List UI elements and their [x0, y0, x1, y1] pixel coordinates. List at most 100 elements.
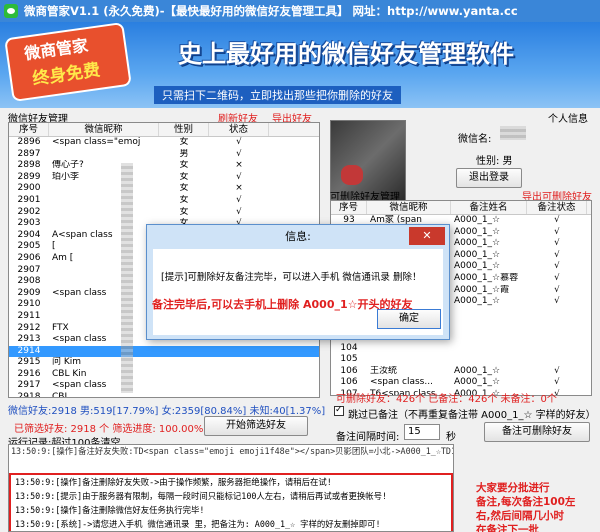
cell-no: 2914	[17, 345, 41, 356]
cell-no: 2910	[17, 299, 41, 310]
deletable-table-header: 序号 微信昵称 备注姓名 备注状态	[331, 201, 591, 215]
cell-sex: 女	[179, 171, 189, 182]
cell-remark: A000_1_☆霞	[454, 284, 510, 295]
log-line: 13:50:9:[操作]备注删除好友失败->由于操作频繁，服务器拒绝操作，请稍后…	[15, 477, 332, 487]
batch-note-line3: 右,然后间隔几小时	[476, 510, 564, 522]
cell-no: 2907	[17, 264, 41, 275]
cell-status	[209, 357, 269, 369]
friends-table-header: 序号 微信昵称 性别 状态	[9, 123, 319, 137]
cell-remark: A000_1_☆	[454, 261, 501, 272]
cell-remark	[451, 308, 527, 320]
dialog-close-button[interactable]: ✕	[409, 227, 445, 245]
cell-status	[527, 319, 587, 331]
skip-remarked-label: 跳过已备注（不再重复备注带 A000_1_☆ 字样的好友）	[348, 410, 596, 421]
cell-status: √	[554, 365, 560, 376]
cell-sex: 女	[179, 206, 189, 217]
interval-input[interactable]: 15	[404, 424, 440, 440]
col-nick[interactable]: 微信昵称	[367, 201, 451, 214]
cell-nick	[49, 346, 159, 358]
deletable-row[interactable]: 105	[331, 354, 591, 366]
cell-nick	[49, 183, 159, 195]
interval-unit: 秒	[446, 432, 456, 443]
friend-row[interactable]: 2899 珀小李 女 √	[9, 172, 319, 184]
cell-status	[209, 346, 269, 358]
cell-sex	[159, 392, 209, 397]
log-line: 13:50:9:[操作]备注好友失败:TD<span class="emoji …	[11, 446, 453, 456]
start-filter-button[interactable]: 开始筛选好友	[204, 416, 308, 436]
friend-row[interactable]: 2918 CBL	[9, 392, 319, 398]
cell-nick	[367, 354, 451, 366]
promo-banner: 微商管家 终身免费 史上最好用的微信好友管理软件 只需扫下二维码，立即找出那些把…	[0, 22, 600, 108]
cell-nick: 问 Kim	[52, 357, 82, 368]
cell-nick: CBL	[52, 392, 70, 398]
col-no[interactable]: 序号	[331, 201, 367, 214]
cell-remark: A000_1_☆	[454, 377, 501, 388]
friend-row[interactable]: 2914	[9, 345, 319, 358]
interval-label: 备注间隔时间:	[336, 432, 400, 443]
cell-status: √	[554, 226, 560, 237]
col-no[interactable]: 序号	[9, 123, 49, 136]
cell-status: √	[236, 171, 242, 182]
cell-sex: 女	[179, 194, 189, 205]
cell-sex: 女	[179, 160, 189, 171]
cell-remark: A000_1_☆慕蓉	[454, 272, 519, 283]
log-highlight-box: 13:50:9:[操作]备注删除好友失败->由于操作频繁，服务器拒绝操作，请稍后…	[9, 473, 453, 531]
col-nick[interactable]: 微信昵称	[49, 123, 159, 136]
dialog-annotation: 备注完毕后,可以去手机上删除 A000_1☆开头的好友	[152, 298, 413, 311]
cell-no: 106	[340, 377, 358, 388]
dialog-ok-button[interactable]: 确定	[377, 309, 441, 329]
friend-row[interactable]: 2898 傅心子? 女 ×	[9, 160, 319, 172]
skip-remarked-checkbox[interactable]	[334, 405, 344, 416]
cell-remark: A000_1_☆	[454, 296, 501, 307]
batch-note-line1: 大家要分批进行	[476, 482, 550, 494]
deletable-row[interactable]: 106 王汝统 A000_1_☆ √	[331, 366, 591, 378]
deletable-row[interactable]: 106 <span class... A000_1_☆ √	[331, 377, 591, 389]
cell-sex	[159, 369, 209, 381]
friend-row[interactable]: 2916 CBL Kin	[9, 369, 319, 381]
cell-remark	[451, 354, 527, 366]
friend-row[interactable]: 2900 女 ×	[9, 183, 319, 195]
cell-status: √	[236, 137, 242, 147]
friend-row[interactable]: 2915 问 Kim	[9, 357, 319, 369]
col-status[interactable]: 状态	[209, 123, 269, 136]
info-dialog: 信息: ✕ [提示]可删除好友备注完毕，可以进入手机 微信通讯录 删除！ 确定	[146, 224, 450, 340]
cell-remark	[451, 319, 527, 331]
friend-row[interactable]: 2897 男 √	[9, 149, 319, 161]
deletable-row[interactable]: 104	[331, 343, 591, 355]
cell-no: 2909	[17, 287, 41, 298]
batch-note-line4: 在备注下一批	[476, 524, 539, 532]
friend-row[interactable]: 2896 <span class="emoj 女 √	[9, 137, 319, 149]
cell-remark	[451, 331, 527, 343]
banner-subline: 只需扫下二维码，立即找出那些把你删除的好友	[154, 86, 401, 104]
remark-deletable-button[interactable]: 备注可删除好友	[484, 422, 590, 442]
logout-button[interactable]: 退出登录	[456, 168, 522, 188]
cell-nick: <span class	[52, 334, 107, 345]
cell-sex: 男	[179, 148, 189, 159]
cell-nick: CBL Kin	[52, 368, 87, 379]
cell-no: 105	[340, 354, 358, 365]
cell-nick	[49, 207, 159, 219]
cell-nick	[49, 218, 159, 230]
col-remark-status[interactable]: 备注状态	[527, 201, 587, 214]
cell-no: 2913	[17, 334, 41, 345]
col-remark[interactable]: 备注姓名	[451, 201, 527, 214]
cell-remark: A000_1_☆	[454, 249, 501, 260]
cell-remark: A000_1_☆	[454, 226, 501, 237]
cell-no: 2903	[17, 218, 41, 229]
log-line: 13:50:9:[提示]由于服务器有限制，每隔一段时间只能标记100人左右，请稍…	[15, 491, 388, 501]
cell-no: 2901	[17, 194, 41, 205]
cell-remark: A000_1_☆	[454, 215, 501, 225]
cell-nick	[367, 343, 451, 355]
privacy-blur	[121, 163, 133, 393]
friend-row[interactable]: 2902 女 √	[9, 207, 319, 219]
cell-no: 2915	[17, 357, 41, 368]
col-sex[interactable]: 性别	[159, 123, 209, 136]
cell-status	[527, 331, 587, 343]
cell-status: √	[236, 194, 242, 205]
banner-headline: 史上最好用的微信好友管理软件	[178, 40, 514, 68]
cell-status: √	[554, 284, 560, 295]
friend-row[interactable]: 2917 <span class	[9, 380, 319, 392]
friend-row[interactable]: 2901 女 √	[9, 195, 319, 207]
run-log[interactable]: 13:50:9:[操作]备注好友失败:TD<span class="emoji …	[8, 444, 454, 532]
cell-nick: <span class	[52, 287, 107, 298]
